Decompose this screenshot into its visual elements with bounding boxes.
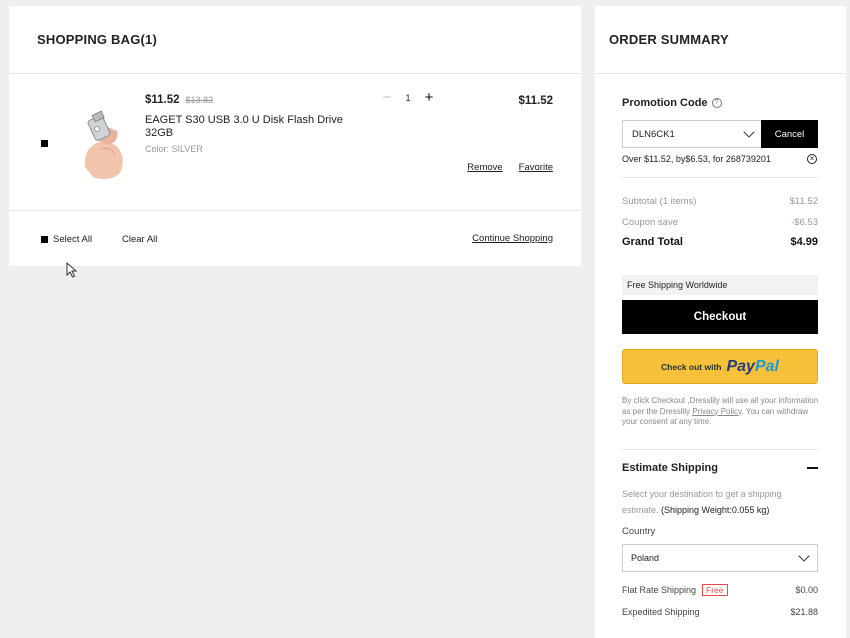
divider [622,177,818,178]
item-actions: Remove Favorite [467,162,553,173]
favorite-link[interactable]: Favorite [519,162,553,173]
collapse-minus-icon[interactable] [807,467,818,469]
bag-title: SHOPPING BAG(1) [37,32,158,47]
subtotal-value: $11.52 [789,196,818,207]
select-all-label[interactable]: Select All [53,234,92,245]
shipping-weight: (Shipping Weight:0.055 kg) [661,505,770,515]
clear-all-link[interactable]: Clear All [122,234,157,245]
expedited-value: $21.88 [790,607,818,617]
promo-note: Over $11.52, by$6.53, for 268739201 [622,154,771,164]
country-label: Country [622,526,656,537]
estimate-shipping-header[interactable]: Estimate Shipping [622,462,818,474]
grand-total-label: Grand Total [622,236,683,248]
quantity-increase-button[interactable]: + [421,90,437,106]
quantity-stepper: − 1 + [379,90,437,106]
quantity-decrease-button[interactable]: − [379,90,395,106]
promo-label-text: Promotion Code [622,97,708,109]
flat-rate-label: Flat Rate Shipping [622,585,697,595]
quantity-value[interactable]: 1 [395,93,421,103]
divider [622,449,818,450]
promo-label: Promotion Code ? [622,97,722,109]
item-price: $11.52 [145,94,180,106]
item-prices: $11.52 $13.82 [145,94,213,106]
subtotal-row: Subtotal (1 items) $11.52 [622,196,818,207]
mouse-cursor-icon [66,262,78,278]
promo-code-select[interactable]: DLN6CK1 [622,120,761,148]
chevron-down-icon [743,126,755,138]
item-old-price: $13.82 [185,95,214,105]
remove-link[interactable]: Remove [467,162,502,173]
expedited-label: Expedited Shipping [622,607,700,617]
country-select[interactable]: Poland [622,544,818,572]
order-summary-panel: ORDER SUMMARY Promotion Code ? DLN6CK1 C… [595,6,846,638]
coupon-value: -$6.53 [791,217,818,228]
estimate-shipping-title: Estimate Shipping [622,462,718,474]
chevron-down-icon [798,550,810,562]
country-value: Poland [631,553,660,563]
consent-text: By click Checkout ,Dresslily will use al… [622,396,819,426]
coupon-label: Coupon save [622,217,678,228]
product-image[interactable] [73,109,131,181]
grand-total-row: Grand Total $4.99 [622,236,818,248]
flat-rate-shipping-row: Flat Rate Shipping Free $0.00 [622,584,818,596]
free-badge: Free [702,584,728,596]
promo-row: DLN6CK1 Cancel [622,120,818,148]
item-checkbox[interactable] [38,137,50,149]
expedited-shipping-row: Expedited Shipping $21.88 [622,607,818,617]
cart-item: $11.52 $13.82 EAGET S30 USB 3.0 U Disk F… [9,74,581,211]
coupon-row: Coupon save -$6.53 [622,217,818,228]
paypal-checkout-button[interactable]: Check out with PayPal [622,349,818,384]
grand-total-value: $4.99 [790,236,818,248]
summary-title: ORDER SUMMARY [609,32,729,47]
paypal-logo: PayPal [726,357,779,375]
bag-footer: Select All Clear All Continue Shopping [9,211,581,265]
shopping-bag-panel: SHOPPING BAG(1) $11.52 $13.82 EAGET S30 … [9,6,581,266]
free-shipping-banner: Free Shipping Worldwide [622,275,818,295]
item-name[interactable]: EAGET S30 USB 3.0 U Disk Flash Drive 32G… [145,114,345,140]
bag-header: SHOPPING BAG(1) [9,6,581,74]
privacy-policy-link[interactable]: Privacy Policy [692,407,741,416]
help-icon[interactable]: ? [711,98,722,108]
promo-cancel-button[interactable]: Cancel [761,120,818,148]
checkout-button[interactable]: Checkout [622,300,818,334]
estimate-text: Select your destination to get a shippin… [622,489,782,515]
promo-code-value: DLN6CK1 [632,128,675,140]
flat-rate-value: $0.00 [795,585,818,595]
item-color: Color: SILVER [145,144,203,154]
remove-promo-icon[interactable]: × [807,154,817,164]
summary-header: ORDER SUMMARY [595,6,846,74]
continue-shopping-link[interactable]: Continue Shopping [472,233,553,244]
subtotal-label: Subtotal (1 items) [622,196,697,207]
select-all-checkbox[interactable] [38,233,50,245]
paypal-prefix: Check out with [661,361,722,372]
item-total: $11.52 [518,95,553,107]
